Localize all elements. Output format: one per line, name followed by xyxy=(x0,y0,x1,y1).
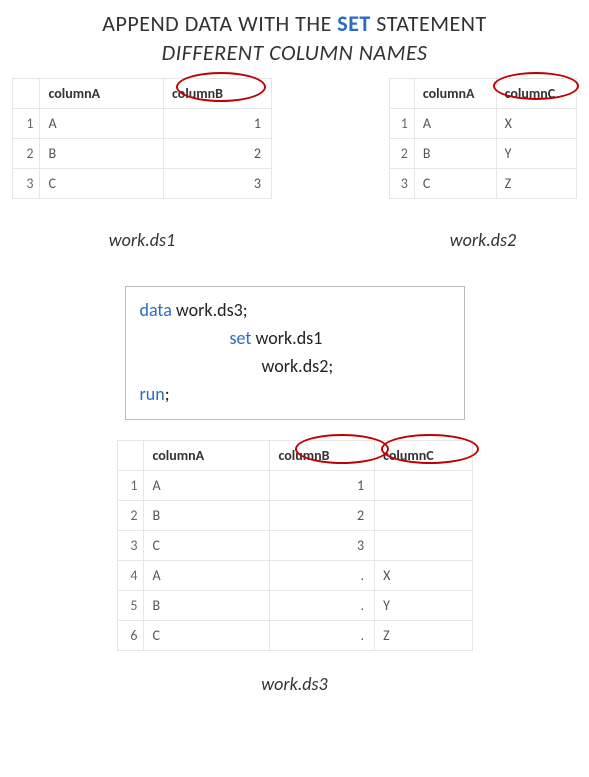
cell-b: . xyxy=(270,560,375,590)
cell-a: C xyxy=(40,169,164,199)
code-text: work.ds2; xyxy=(262,355,334,377)
cell-a: C xyxy=(414,169,496,199)
row-index: 3 xyxy=(390,169,415,199)
cell-c: Z xyxy=(496,169,576,199)
row-index: 2 xyxy=(390,139,415,169)
cell-c xyxy=(375,500,472,530)
row-index-header xyxy=(13,79,40,109)
title-text-post: STATEMENT xyxy=(371,10,487,37)
row-index: 2 xyxy=(117,500,144,530)
code-line: data work.ds3; xyxy=(140,297,450,325)
row-index: 3 xyxy=(13,169,40,199)
row-index: 4 xyxy=(117,560,144,590)
col-a-header: columnA xyxy=(414,79,496,109)
cell-c: Y xyxy=(375,590,472,620)
cell-c: Y xyxy=(496,139,576,169)
code-text: work.ds1 xyxy=(251,327,322,349)
ds1-label: work.ds1 xyxy=(12,229,272,251)
table-row: 5B.Y xyxy=(117,590,472,620)
ds1-table: columnA columnB 1A1 2B2 3C3 xyxy=(12,78,272,199)
cell-a: A xyxy=(144,560,270,590)
code-line: set work.ds1 xyxy=(140,325,450,353)
cell-b: 2 xyxy=(270,500,375,530)
cell-c: Z xyxy=(375,620,472,650)
row-index: 1 xyxy=(13,109,40,139)
source-tables-row: columnA columnB 1A1 2B2 3C3 work.ds1 col… xyxy=(8,78,581,251)
cell-b: 1 xyxy=(164,109,272,139)
table-row: 3C3 xyxy=(117,530,472,560)
code-text: work.ds3; xyxy=(172,299,248,321)
title-text-pre: APPEND DATA WITH THE xyxy=(102,10,337,37)
page-title-line1: APPEND DATA WITH THE SET STATEMENT xyxy=(8,10,581,37)
cell-a: B xyxy=(40,139,164,169)
table-row: 1AX xyxy=(390,109,577,139)
row-index: 3 xyxy=(117,530,144,560)
table-header-row: columnA columnB columnC xyxy=(117,440,472,470)
row-index: 2 xyxy=(13,139,40,169)
cell-b: . xyxy=(270,620,375,650)
cell-c xyxy=(375,530,472,560)
col-b-header: columnB xyxy=(270,440,375,470)
sas-code-block: data work.ds3; set work.ds1 work.ds2; ru… xyxy=(125,286,465,420)
keyword-data: data xyxy=(140,299,172,321)
keyword-set: set xyxy=(230,327,252,349)
ds2-label: work.ds2 xyxy=(389,229,577,251)
cell-c: X xyxy=(496,109,576,139)
table-row: 1A1 xyxy=(117,470,472,500)
table-row: 2B2 xyxy=(117,500,472,530)
title-keyword: SET xyxy=(337,10,371,37)
table-row: 2BY xyxy=(390,139,577,169)
cell-a: B xyxy=(414,139,496,169)
row-index-header xyxy=(390,79,415,109)
row-index: 5 xyxy=(117,590,144,620)
keyword-run: run xyxy=(140,383,165,405)
table-row: 3C3 xyxy=(13,169,272,199)
table-header-row: columnA columnC xyxy=(390,79,577,109)
table-row: 2B2 xyxy=(13,139,272,169)
col-b-header: columnB xyxy=(164,79,272,109)
cell-a: B xyxy=(144,500,270,530)
cell-c: X xyxy=(375,560,472,590)
row-index-header xyxy=(117,440,144,470)
code-line: work.ds2; xyxy=(140,353,450,381)
row-index: 1 xyxy=(390,109,415,139)
table-header-row: columnA columnB xyxy=(13,79,272,109)
ds3-label: work.ds3 xyxy=(117,673,473,695)
cell-b: 3 xyxy=(164,169,272,199)
cell-a: C xyxy=(144,530,270,560)
code-text: ; xyxy=(165,383,170,405)
col-a-header: columnA xyxy=(144,440,270,470)
table-row: 1A1 xyxy=(13,109,272,139)
page-title-line2: DIFFERENT COLUMN NAMES xyxy=(8,39,581,66)
cell-a: A xyxy=(414,109,496,139)
ds2-table: columnA columnC 1AX 2BY 3CZ xyxy=(389,78,577,199)
table-row: 6C.Z xyxy=(117,620,472,650)
ds3-table: columnA columnB columnC 1A1 2B2 3C3 4A.X… xyxy=(117,440,473,651)
col-a-header: columnA xyxy=(40,79,164,109)
cell-a: C xyxy=(144,620,270,650)
table-row: 4A.X xyxy=(117,560,472,590)
code-line: run; xyxy=(140,381,450,409)
col-c-header: columnC xyxy=(375,440,472,470)
cell-c xyxy=(375,470,472,500)
cell-b: 3 xyxy=(270,530,375,560)
cell-b: . xyxy=(270,590,375,620)
col-c-header: columnC xyxy=(496,79,576,109)
row-index: 1 xyxy=(117,470,144,500)
cell-b: 2 xyxy=(164,139,272,169)
row-index: 6 xyxy=(117,620,144,650)
cell-b: 1 xyxy=(270,470,375,500)
cell-a: A xyxy=(144,470,270,500)
table-row: 3CZ xyxy=(390,169,577,199)
cell-a: B xyxy=(144,590,270,620)
cell-a: A xyxy=(40,109,164,139)
